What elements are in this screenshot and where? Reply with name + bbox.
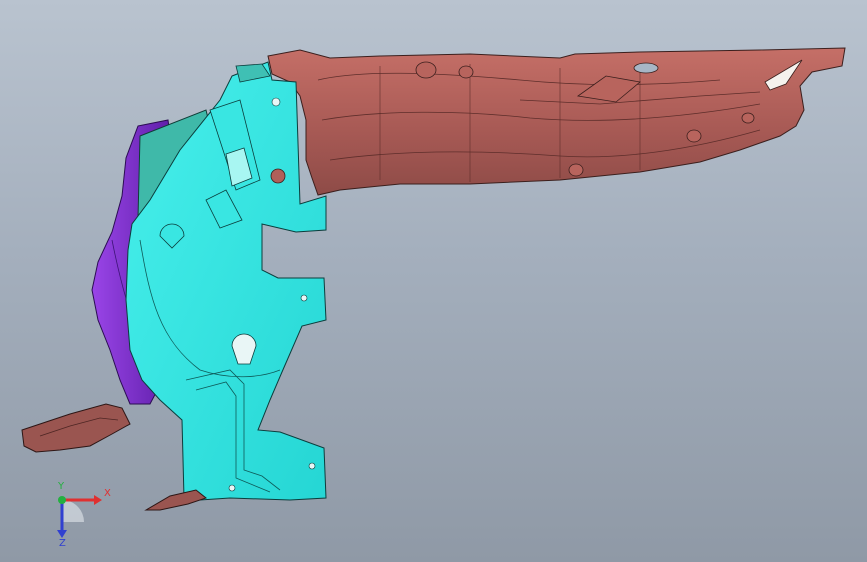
z-axis-arrow bbox=[57, 530, 67, 538]
y-axis-label: Y bbox=[57, 481, 65, 492]
y-axis-dot bbox=[58, 496, 66, 504]
cad-model[interactable] bbox=[0, 0, 867, 562]
x-axis-label: X bbox=[104, 488, 111, 499]
upper-brown-rail[interactable] bbox=[267, 47, 846, 196]
axis-triad: X Y Z bbox=[57, 481, 111, 548]
x-axis-arrow bbox=[94, 495, 102, 505]
graphics-viewport[interactable]: X Y Z bbox=[0, 0, 867, 562]
z-axis-label: Z bbox=[59, 538, 66, 548]
